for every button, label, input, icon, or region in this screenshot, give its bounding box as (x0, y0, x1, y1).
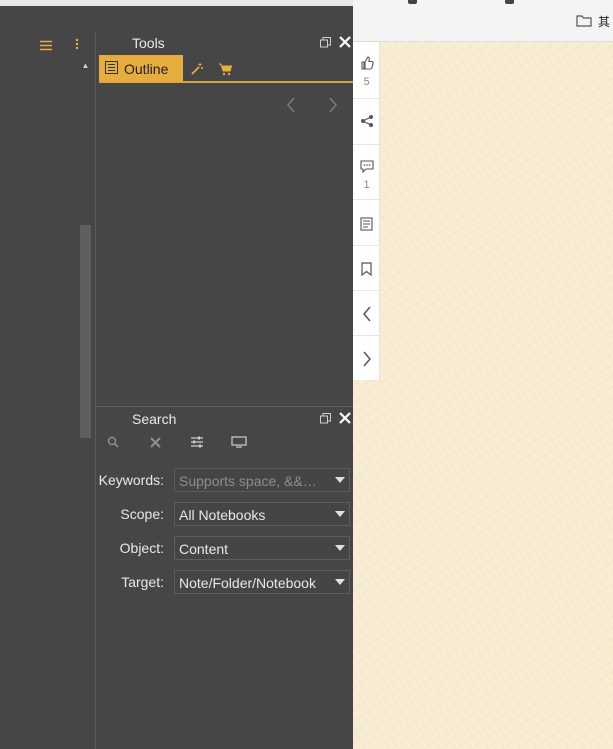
thumb-up-icon (360, 56, 374, 75)
close-icon[interactable] (145, 434, 165, 450)
bookmark-button[interactable] (353, 262, 380, 281)
panel-divider[interactable] (95, 32, 96, 749)
keywords-input[interactable]: Supports space, &&… (174, 468, 350, 492)
comment-count: 1 (363, 179, 370, 191)
divider (353, 199, 380, 200)
object-row: Object: Content (96, 536, 350, 560)
outline-icon (105, 60, 118, 77)
bookmark-label: 其 (598, 15, 611, 29)
scope-row: Scope: All Notebooks (96, 502, 350, 526)
scroll-up-arrow[interactable]: ▲ (80, 60, 91, 72)
search-icon[interactable] (103, 434, 123, 450)
document-icon (360, 217, 373, 236)
monitor-icon[interactable] (229, 434, 249, 450)
prev-page-button[interactable] (353, 306, 380, 327)
divider (353, 290, 380, 291)
chevron-down-icon[interactable] (335, 545, 345, 551)
note-page (353, 42, 613, 749)
bookmark-folder[interactable]: 其 (576, 13, 610, 30)
sliders-icon[interactable] (187, 434, 207, 450)
chevron-down-icon[interactable] (335, 477, 345, 483)
close-icon[interactable] (339, 412, 351, 426)
scope-select[interactable]: All Notebooks (174, 502, 350, 526)
chevron-down-icon[interactable] (335, 579, 345, 585)
keywords-row: Keywords: Supports space, &&… (96, 468, 350, 492)
object-select[interactable]: Content (174, 536, 350, 560)
like-button[interactable]: 5 (353, 56, 380, 88)
chevron-right-icon[interactable] (328, 97, 342, 115)
bookmark-icon (361, 262, 372, 281)
chevron-right-icon (362, 351, 372, 372)
restore-icon[interactable] (320, 413, 331, 426)
tab-handle (505, 0, 514, 4)
next-page-button[interactable] (353, 351, 380, 372)
target-row: Target: Note/Folder/Notebook (96, 570, 350, 594)
share-button[interactable] (353, 114, 380, 133)
tab-handle (408, 0, 417, 4)
page-side-actions: 5 1 (353, 42, 380, 380)
like-count: 5 (363, 76, 370, 88)
keywords-label: Keywords: (98, 472, 164, 488)
restore-icon[interactable] (320, 37, 331, 50)
divider (353, 144, 380, 145)
app-panel: ▲ Tools Outline Search Keywords: Support… (0, 0, 353, 749)
tab-outline-label: Outline (124, 60, 169, 77)
tools-panel-title: Tools (132, 35, 165, 51)
folder-icon (576, 14, 592, 30)
scope-label: Scope: (120, 506, 164, 522)
tools-tab-bar: Outline (99, 55, 353, 83)
search-panel-title: Search (132, 411, 177, 427)
browser-toolbar (353, 0, 613, 42)
cart-icon[interactable] (216, 60, 234, 78)
divider (353, 98, 380, 99)
tab-outline[interactable]: Outline (99, 55, 183, 82)
search-panel-divider[interactable] (96, 406, 353, 407)
chevron-left-icon (362, 306, 372, 327)
hamburger-icon[interactable] (39, 38, 53, 56)
chevron-left-icon[interactable] (286, 97, 300, 115)
comment-icon (359, 160, 374, 178)
close-icon[interactable] (339, 36, 351, 50)
object-label: Object: (119, 540, 164, 556)
divider (353, 245, 380, 246)
comment-button[interactable]: 1 (353, 160, 380, 191)
magic-wand-icon[interactable] (188, 60, 206, 78)
target-select[interactable]: Note/Folder/Notebook (174, 570, 350, 594)
sidebar-scrollbar[interactable] (80, 225, 91, 438)
chevron-down-icon[interactable] (335, 511, 345, 517)
target-label: Target: (121, 574, 164, 590)
divider (353, 335, 380, 336)
info-button[interactable] (353, 217, 380, 236)
more-vertical-icon[interactable] (75, 37, 79, 55)
share-icon (360, 114, 374, 133)
